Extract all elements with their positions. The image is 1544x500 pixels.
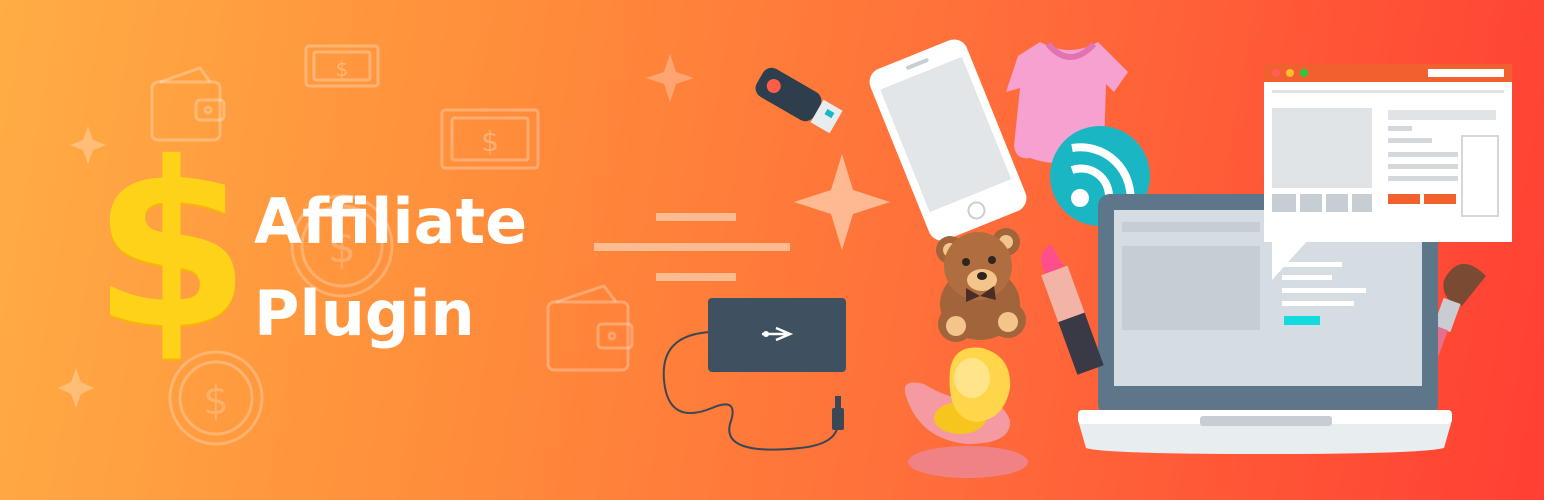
- usb-flash-drive-icon: [755, 67, 843, 134]
- usb-plug-icon: [832, 396, 844, 430]
- title-line-plugin: Plugin: [254, 277, 475, 350]
- title-line-affiliate: Affiliate: [254, 185, 528, 258]
- affiliate-plugin-banner: $ $ $ $ $ Affiliate Plugin: [0, 0, 1544, 500]
- lipstick-icon: [1040, 243, 1104, 375]
- dollar-sign-logo: $: [92, 113, 251, 379]
- teddy-bear-icon: [936, 228, 1026, 342]
- pacifier-icon: [904, 347, 1028, 478]
- smartphone-icon: [869, 39, 1027, 241]
- banner-title: Affiliate Plugin: [254, 176, 527, 360]
- external-hard-drive-icon: [708, 298, 846, 372]
